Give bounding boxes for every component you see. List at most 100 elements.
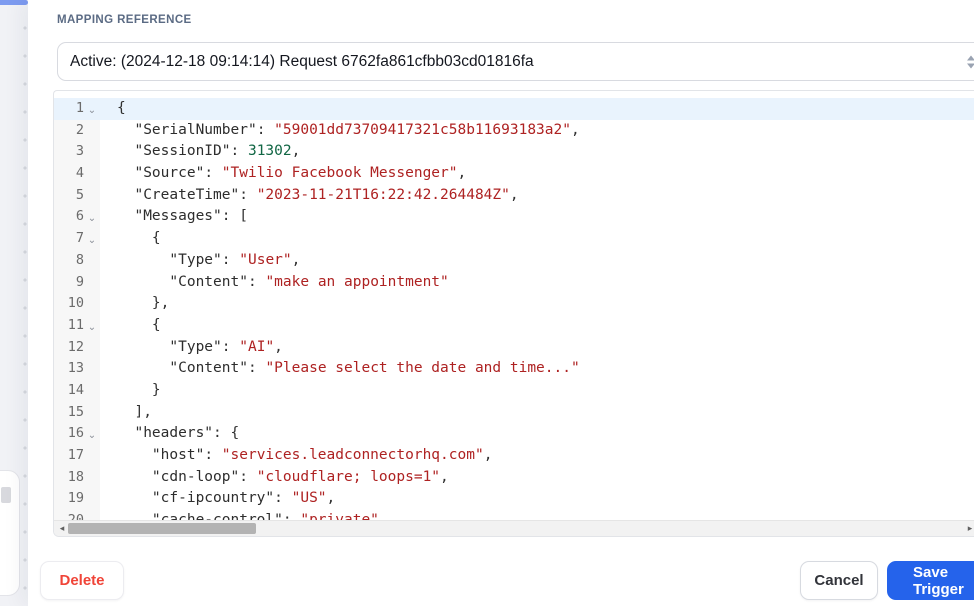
cancel-button[interactable]: Cancel [800,561,878,600]
line-number: 14 [67,381,84,398]
horizontal-scrollbar[interactable]: ◂ ▸ [54,520,974,536]
editor-line: 16 ⌄ "headers": { [54,423,974,445]
request-select[interactable]: Active: (2024-12-18 09:14:14) Request 67… [57,42,974,81]
editor-line: 8 "Type": "User", [54,249,974,272]
editor-line: 12 "Type": "AI", [54,336,974,359]
editor-line: 9 "Content": "make an appointment" [54,271,974,294]
editor-line: 4 "Source": "Twilio Facebook Messenger", [54,163,974,185]
save-trigger-button[interactable]: Save Trigger [887,561,974,600]
editor-line: 3 "SessionID": 31302, [54,141,974,164]
editor-lines: 1 ⌄{2 "SerialNumber": "59001dd73709417321… [54,91,974,520]
scrollbar-thumb[interactable] [68,523,256,534]
canvas-node-edge [0,0,28,5]
line-gutter: 16 ⌄ [54,423,100,445]
code-line-text: "cache-control": "private", [100,510,974,520]
line-gutter: 19 [54,488,100,511]
line-gutter: 8 [54,249,100,272]
code-line-text: { [117,100,126,116]
line-number: 13 [67,360,84,377]
line-gutter: 6 ⌄ [54,206,100,229]
code-line-text: "Source": "Twilio Facebook Messenger", [134,165,467,182]
fold-arrow-icon[interactable]: ⌄ [84,315,100,337]
fold-arrow-icon[interactable]: ⌄ [84,98,100,120]
line-gutter: 10 [54,293,100,315]
editor-line: 11 ⌄ { [54,314,974,337]
line-number: 12 [67,338,84,355]
line-gutter: 11 ⌄ [54,314,100,337]
line-gutter: 4 [54,163,100,185]
line-number: 4 [75,165,84,182]
scroll-right-arrow-icon[interactable]: ▸ [964,521,974,536]
request-select-value: Active: (2024-12-18 09:14:14) Request 67… [70,52,534,70]
fold-arrow-icon[interactable]: ⌄ [84,206,100,228]
chevron-updown-icon [967,55,974,68]
editor-line: 20 "cache-control": "private", [54,510,974,520]
code-line-text: { [117,316,161,333]
code-line-text: "headers": { [134,425,240,442]
code-line-text: "cf-ipcountry": "US", [151,490,336,507]
line-number: 19 [67,490,84,507]
editor-line: 10 }, [54,293,974,315]
editor-line: 6 ⌄ "Messages": [ [54,206,974,229]
delete-button[interactable]: Delete [40,561,124,600]
code-line-text: ], [117,403,152,420]
line-number: 11 [67,316,84,333]
code-line-text: "SessionID": 31302, [134,143,301,160]
line-number: 17 [67,447,84,463]
code-line-text: "cdn-loop": "cloudflare; loops=1", [151,468,449,485]
code-line-text: { [117,230,161,247]
line-gutter: 13 [54,358,100,380]
editor-line: 2 "SerialNumber": "59001dd73709417321c58… [54,119,974,142]
line-gutter: 9 [54,271,100,294]
line-number: 6 [75,208,84,225]
editor-line: 17 "host": "services.leadconnectorhq.com… [54,445,974,467]
canvas-card [0,470,20,596]
screen: MAPPING REFERENCE Active: (2024-12-18 09… [0,0,974,606]
code-line-text: } [117,381,161,398]
line-number: 15 [67,403,84,420]
editor-line: 15 ], [54,401,974,424]
line-gutter: 7 ⌄ [54,228,100,250]
line-gutter: 1 ⌄ [54,98,100,120]
line-gutter: 15 [54,401,100,424]
json-editor[interactable]: 1 ⌄{2 "SerialNumber": "59001dd73709417321… [53,90,974,537]
code-line-text: "Type": "AI", [169,338,283,355]
canvas-card-block [1,487,11,503]
line-number: 20 [60,510,84,520]
editor-line: 5 "CreateTime": "2023-11-21T16:22:42.264… [54,184,974,207]
code-line-text: "Content": "make an appointment" [169,273,449,290]
line-number: 8 [75,251,84,268]
editor-line: 14 } [54,379,974,402]
line-gutter: 3 [54,141,100,164]
editor-line: 18 "cdn-loop": "cloudflare; loops=1", [54,466,974,489]
line-number: 7 [75,230,84,247]
editor-line: 1 ⌄ { [54,98,974,120]
line-number: 18 [67,468,84,485]
fold-arrow-icon[interactable]: ⌄ [84,423,100,445]
editor-line: 7 ⌄ { [54,228,974,250]
code-line-text: "host": "services.leadconnectorhq.com", [151,447,493,463]
line-number: 1 [75,100,84,116]
line-number: 2 [75,121,84,138]
scroll-left-arrow-icon[interactable]: ◂ [56,521,68,536]
fold-arrow-icon[interactable]: ⌄ [84,228,100,250]
line-number: 5 [75,186,84,203]
line-number: 10 [67,295,84,312]
mapping-reference-panel: MAPPING REFERENCE Active: (2024-12-18 09… [28,0,974,606]
panel-title: MAPPING REFERENCE [57,14,192,26]
line-number: 9 [75,273,84,290]
code-line-text: "SerialNumber": "59001dd73709417321c58b1… [134,121,580,138]
